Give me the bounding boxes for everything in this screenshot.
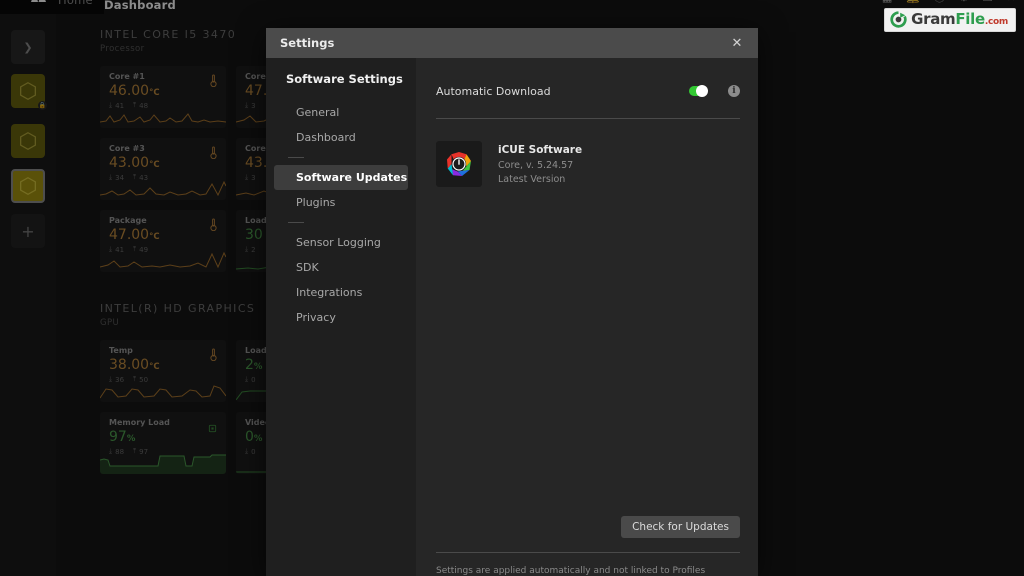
dialog-title-bar: Settings ✕: [266, 28, 758, 58]
settings-dialog: Settings ✕ Software Settings General Das…: [266, 28, 758, 576]
sidebar-item-dashboard[interactable]: Dashboard: [274, 125, 408, 150]
sidebar-separator: [288, 222, 304, 223]
check-for-updates-button[interactable]: Check for Updates: [621, 516, 740, 538]
sidebar-item-software-updates[interactable]: Software Updates: [274, 165, 408, 190]
sidebar-item-plugins[interactable]: Plugins: [274, 190, 408, 215]
watermark-file: File: [955, 10, 985, 28]
watermark-com: .com: [984, 17, 1008, 27]
dialog-body: Software Settings General Dashboard Soft…: [266, 58, 758, 576]
settings-sidebar: Software Settings General Dashboard Soft…: [266, 58, 416, 576]
sidebar-item-sdk[interactable]: SDK: [274, 255, 408, 280]
sidebar-separator: [288, 157, 304, 158]
settings-content: Automatic Download i iCUE Software Core,…: [416, 58, 758, 576]
automatic-download-row: Automatic Download i: [436, 78, 740, 104]
gramfile-circle-icon: [890, 11, 907, 28]
software-update-meta: iCUE Software Core, v. 5.24.57 Latest Ve…: [498, 141, 582, 185]
sidebar-item-general[interactable]: General: [274, 100, 408, 125]
check-updates-row: Check for Updates: [436, 516, 740, 552]
sidebar-heading: Software Settings: [286, 72, 403, 86]
software-update-card: iCUE Software Core, v. 5.24.57 Latest Ve…: [436, 141, 740, 187]
footer-note: Settings are applied automatically and n…: [436, 566, 706, 576]
sidebar-item-privacy[interactable]: Privacy: [274, 305, 408, 330]
toggle-knob: [696, 85, 708, 97]
automatic-download-label: Automatic Download: [436, 84, 551, 98]
info-circle-icon[interactable]: i: [728, 85, 740, 97]
gramfile-watermark: GramFile.com: [884, 8, 1016, 32]
software-name: iCUE Software: [498, 144, 583, 156]
app-root: Home Dashboard ▦ 🔔 ⓘ ⚙ ❐ ✕ ❯ 🔒 +: [0, 0, 1024, 576]
automatic-download-toggle[interactable]: [689, 85, 708, 97]
sidebar-item-integrations[interactable]: Integrations: [274, 280, 408, 305]
software-version: Core, v. 5.24.57: [498, 160, 574, 171]
close-icon[interactable]: ✕: [726, 32, 748, 54]
watermark-text: GramFile.com: [911, 12, 1008, 27]
icue-logo-icon: [436, 141, 482, 187]
watermark-gram: Gram: [911, 10, 956, 28]
sidebar-item-sensor-logging[interactable]: Sensor Logging: [274, 230, 408, 255]
software-status: Latest Version: [498, 174, 566, 185]
content-divider: [436, 118, 740, 119]
dialog-title: Settings: [280, 36, 335, 50]
